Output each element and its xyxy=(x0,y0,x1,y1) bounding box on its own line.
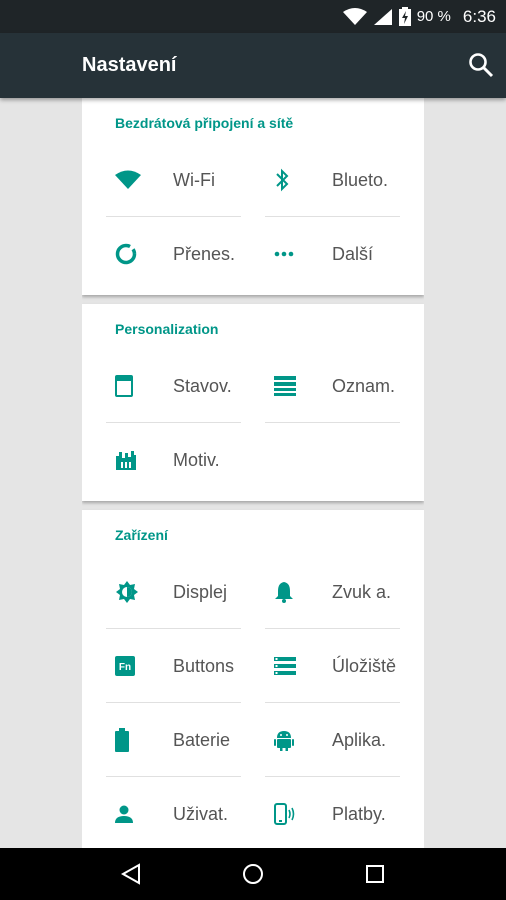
status-bar: 90 % 6:36 xyxy=(0,0,506,33)
setting-label: Motiv. xyxy=(173,449,220,470)
setting-more[interactable]: Další xyxy=(265,217,424,291)
section-title: Personalization xyxy=(115,321,219,337)
setting-users[interactable]: Uživat. xyxy=(106,777,265,848)
battery-icon xyxy=(115,728,129,752)
setting-label: Platby. xyxy=(332,803,386,824)
back-icon xyxy=(120,863,140,885)
brightness-icon xyxy=(116,581,138,603)
tap-pay-icon xyxy=(274,803,295,825)
setting-label: Wi-Fi xyxy=(173,169,215,190)
cell-signal-icon xyxy=(373,8,392,25)
bell-icon xyxy=(275,582,293,603)
setting-bluetooth[interactable]: Blueto. xyxy=(265,143,424,217)
setting-notifications[interactable]: Oznam. xyxy=(265,349,424,423)
back-button[interactable] xyxy=(111,854,151,894)
battery-charging-icon xyxy=(398,7,411,26)
setting-storage[interactable]: Úložiště xyxy=(265,629,424,703)
section-device: Zařízení Displej Zvuk a. Fn Buttons Úlož… xyxy=(82,510,424,848)
section-personalization: Personalization Stavov. Oznam. Motiv. xyxy=(82,304,424,501)
setting-data-usage[interactable]: Přenes. xyxy=(106,217,265,291)
svg-text:Fn: Fn xyxy=(119,662,131,673)
setting-wifi[interactable]: Wi-Fi xyxy=(106,143,265,217)
data-usage-icon xyxy=(115,243,137,265)
setting-label: Buttons xyxy=(173,655,235,676)
more-icon xyxy=(274,251,294,257)
fn-icon: Fn xyxy=(115,656,135,676)
wifi-signal-icon xyxy=(342,7,367,25)
setting-label: Blueto. xyxy=(332,169,389,190)
setting-label: Displej xyxy=(173,581,228,602)
notifications-icon xyxy=(274,376,296,396)
setting-label: Přenes. xyxy=(173,243,236,264)
setting-label: Baterie xyxy=(173,729,231,750)
user-icon xyxy=(115,805,133,823)
page-title: Nastavení xyxy=(82,54,177,76)
setting-label: Uživat. xyxy=(173,803,229,824)
setting-battery[interactable]: Baterie xyxy=(106,703,265,777)
clock: 6:36 xyxy=(462,6,496,26)
setting-theme[interactable]: Motiv. xyxy=(106,423,265,497)
android-icon xyxy=(274,731,294,751)
section-wireless-networks: Bezdrátová připojení a sítě Wi-Fi Blueto… xyxy=(82,98,424,295)
bluetooth-icon xyxy=(276,168,289,192)
setting-buttons[interactable]: Fn Buttons xyxy=(106,629,265,703)
storage-icon xyxy=(274,657,296,675)
setting-sound[interactable]: Zvuk a. xyxy=(265,555,424,629)
home-button[interactable] xyxy=(233,854,273,894)
setting-label: Stavov. xyxy=(173,375,232,396)
home-icon xyxy=(243,864,263,884)
battery-percent: 90 % xyxy=(416,8,451,25)
theme-icon xyxy=(116,451,136,470)
search-icon xyxy=(469,53,494,78)
section-title: Zařízení xyxy=(115,527,168,543)
setting-label: Úložiště xyxy=(332,655,397,676)
status-bar-icon xyxy=(115,375,133,397)
recents-icon xyxy=(366,865,384,883)
section-title: Bezdrátová připojení a sítě xyxy=(115,115,294,131)
setting-display[interactable]: Displej xyxy=(106,555,265,629)
setting-label: Aplika. xyxy=(332,729,387,750)
settings-list[interactable]: Bezdrátová připojení a sítě Wi-Fi Blueto… xyxy=(82,98,424,848)
setting-apps[interactable]: Aplika. xyxy=(265,703,424,777)
app-toolbar: Nastavení xyxy=(0,33,506,98)
setting-label: Zvuk a. xyxy=(332,581,392,602)
navigation-bar xyxy=(0,848,506,900)
wifi-icon xyxy=(115,170,141,189)
setting-label: Oznam. xyxy=(332,375,396,396)
setting-label: Další xyxy=(332,243,374,264)
setting-status-bar[interactable]: Stavov. xyxy=(106,349,265,423)
setting-payments[interactable]: Platby. xyxy=(265,777,424,848)
search-button[interactable] xyxy=(466,50,496,80)
recents-button[interactable] xyxy=(355,854,395,894)
